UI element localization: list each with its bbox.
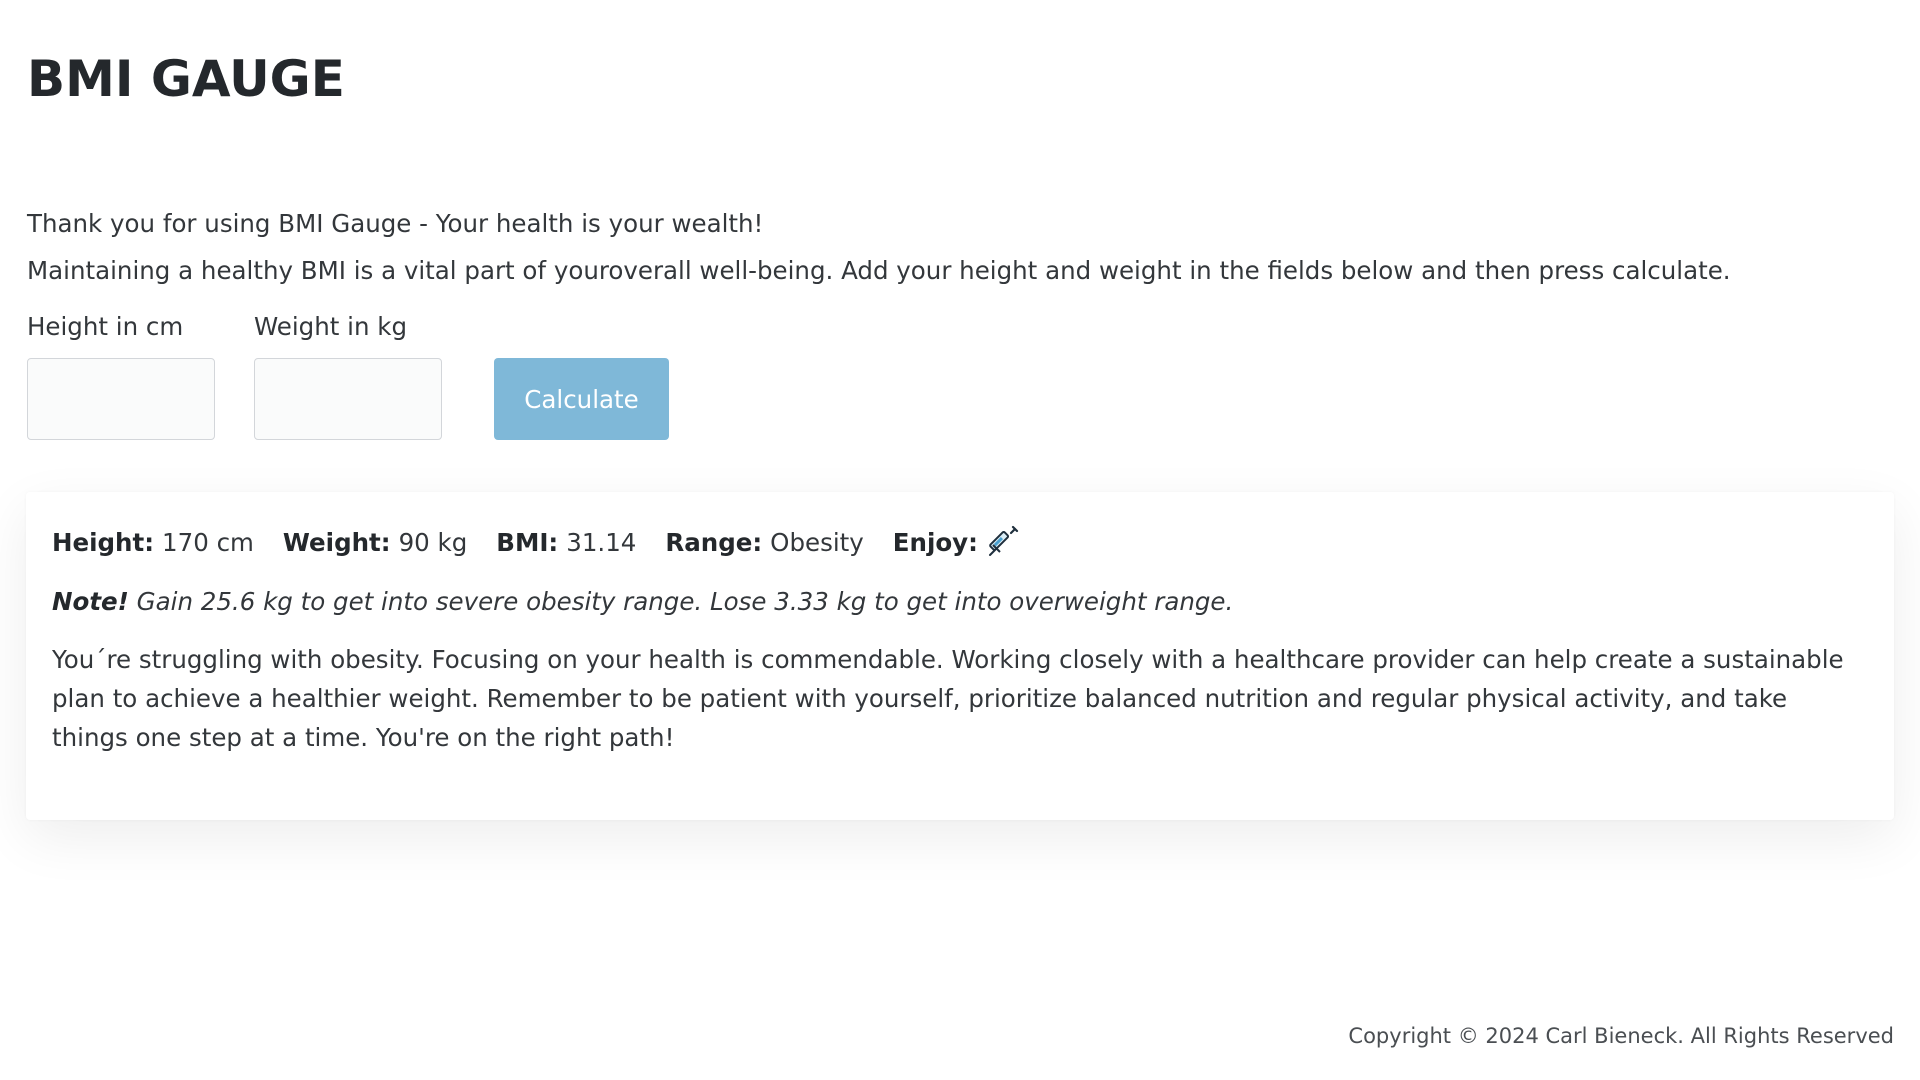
stat-weight-label: Weight: [282,527,391,557]
result-note: Note! Gain 25.6 kg to get into severe ob… [52,587,1868,616]
height-field-group: Height in cm [27,310,215,440]
stat-range: Range: Obesity [665,528,863,557]
stat-height-label: Height: [52,527,155,557]
stat-enjoy: Enjoy: [893,525,1020,559]
intro-thanks: Thank you for using BMI Gauge - Your hea… [27,209,764,238]
calculate-button[interactable]: Calculate [494,358,669,440]
weight-input[interactable] [254,358,442,440]
note-text: Gain 25.6 kg to get into severe obesity … [136,587,1234,616]
intro-section: Thank you for using BMI Gauge - Your hea… [27,200,1731,294]
footer-copyright: Copyright © 2024 Carl Bieneck. All Right… [1348,1024,1894,1048]
height-label: Height in cm [27,312,184,341]
stat-height: Height: 170 cm [52,528,254,557]
stat-weight: Weight: 90 kg [283,528,467,557]
stat-bmi-value: 31.14 [566,527,637,557]
page: BMI GAUGE Thank you for using BMI Gauge … [0,0,1920,1080]
note-label: Note! [52,587,129,616]
result-card: Height: 170 cm Weight: 90 kg BMI: 31.14 … [26,492,1894,820]
result-stats: Height: 170 cm Weight: 90 kg BMI: 31.14 … [52,522,1868,562]
page-title: BMI GAUGE [27,50,345,108]
result-message: You´re struggling with obesity. Focusing… [52,645,1844,752]
stat-enjoy-label: Enjoy: [892,527,978,557]
stat-height-value: 170 cm [162,527,254,557]
syringe-icon [986,525,1020,559]
stat-range-label: Range: [665,527,763,557]
stat-bmi-label: BMI: [496,527,559,557]
height-input[interactable] [27,358,215,440]
stat-bmi: BMI: 31.14 [496,528,636,557]
intro-instructions: Maintaining a healthy BMI is a vital par… [27,256,1731,285]
weight-field-group: Weight in kg [254,310,442,440]
stat-weight-value: 90 kg [398,527,468,557]
weight-label: Weight in kg [254,312,408,341]
bmi-form: Height in cm Weight in kg Calculate [27,310,669,440]
stat-range-value: Obesity [770,527,864,557]
